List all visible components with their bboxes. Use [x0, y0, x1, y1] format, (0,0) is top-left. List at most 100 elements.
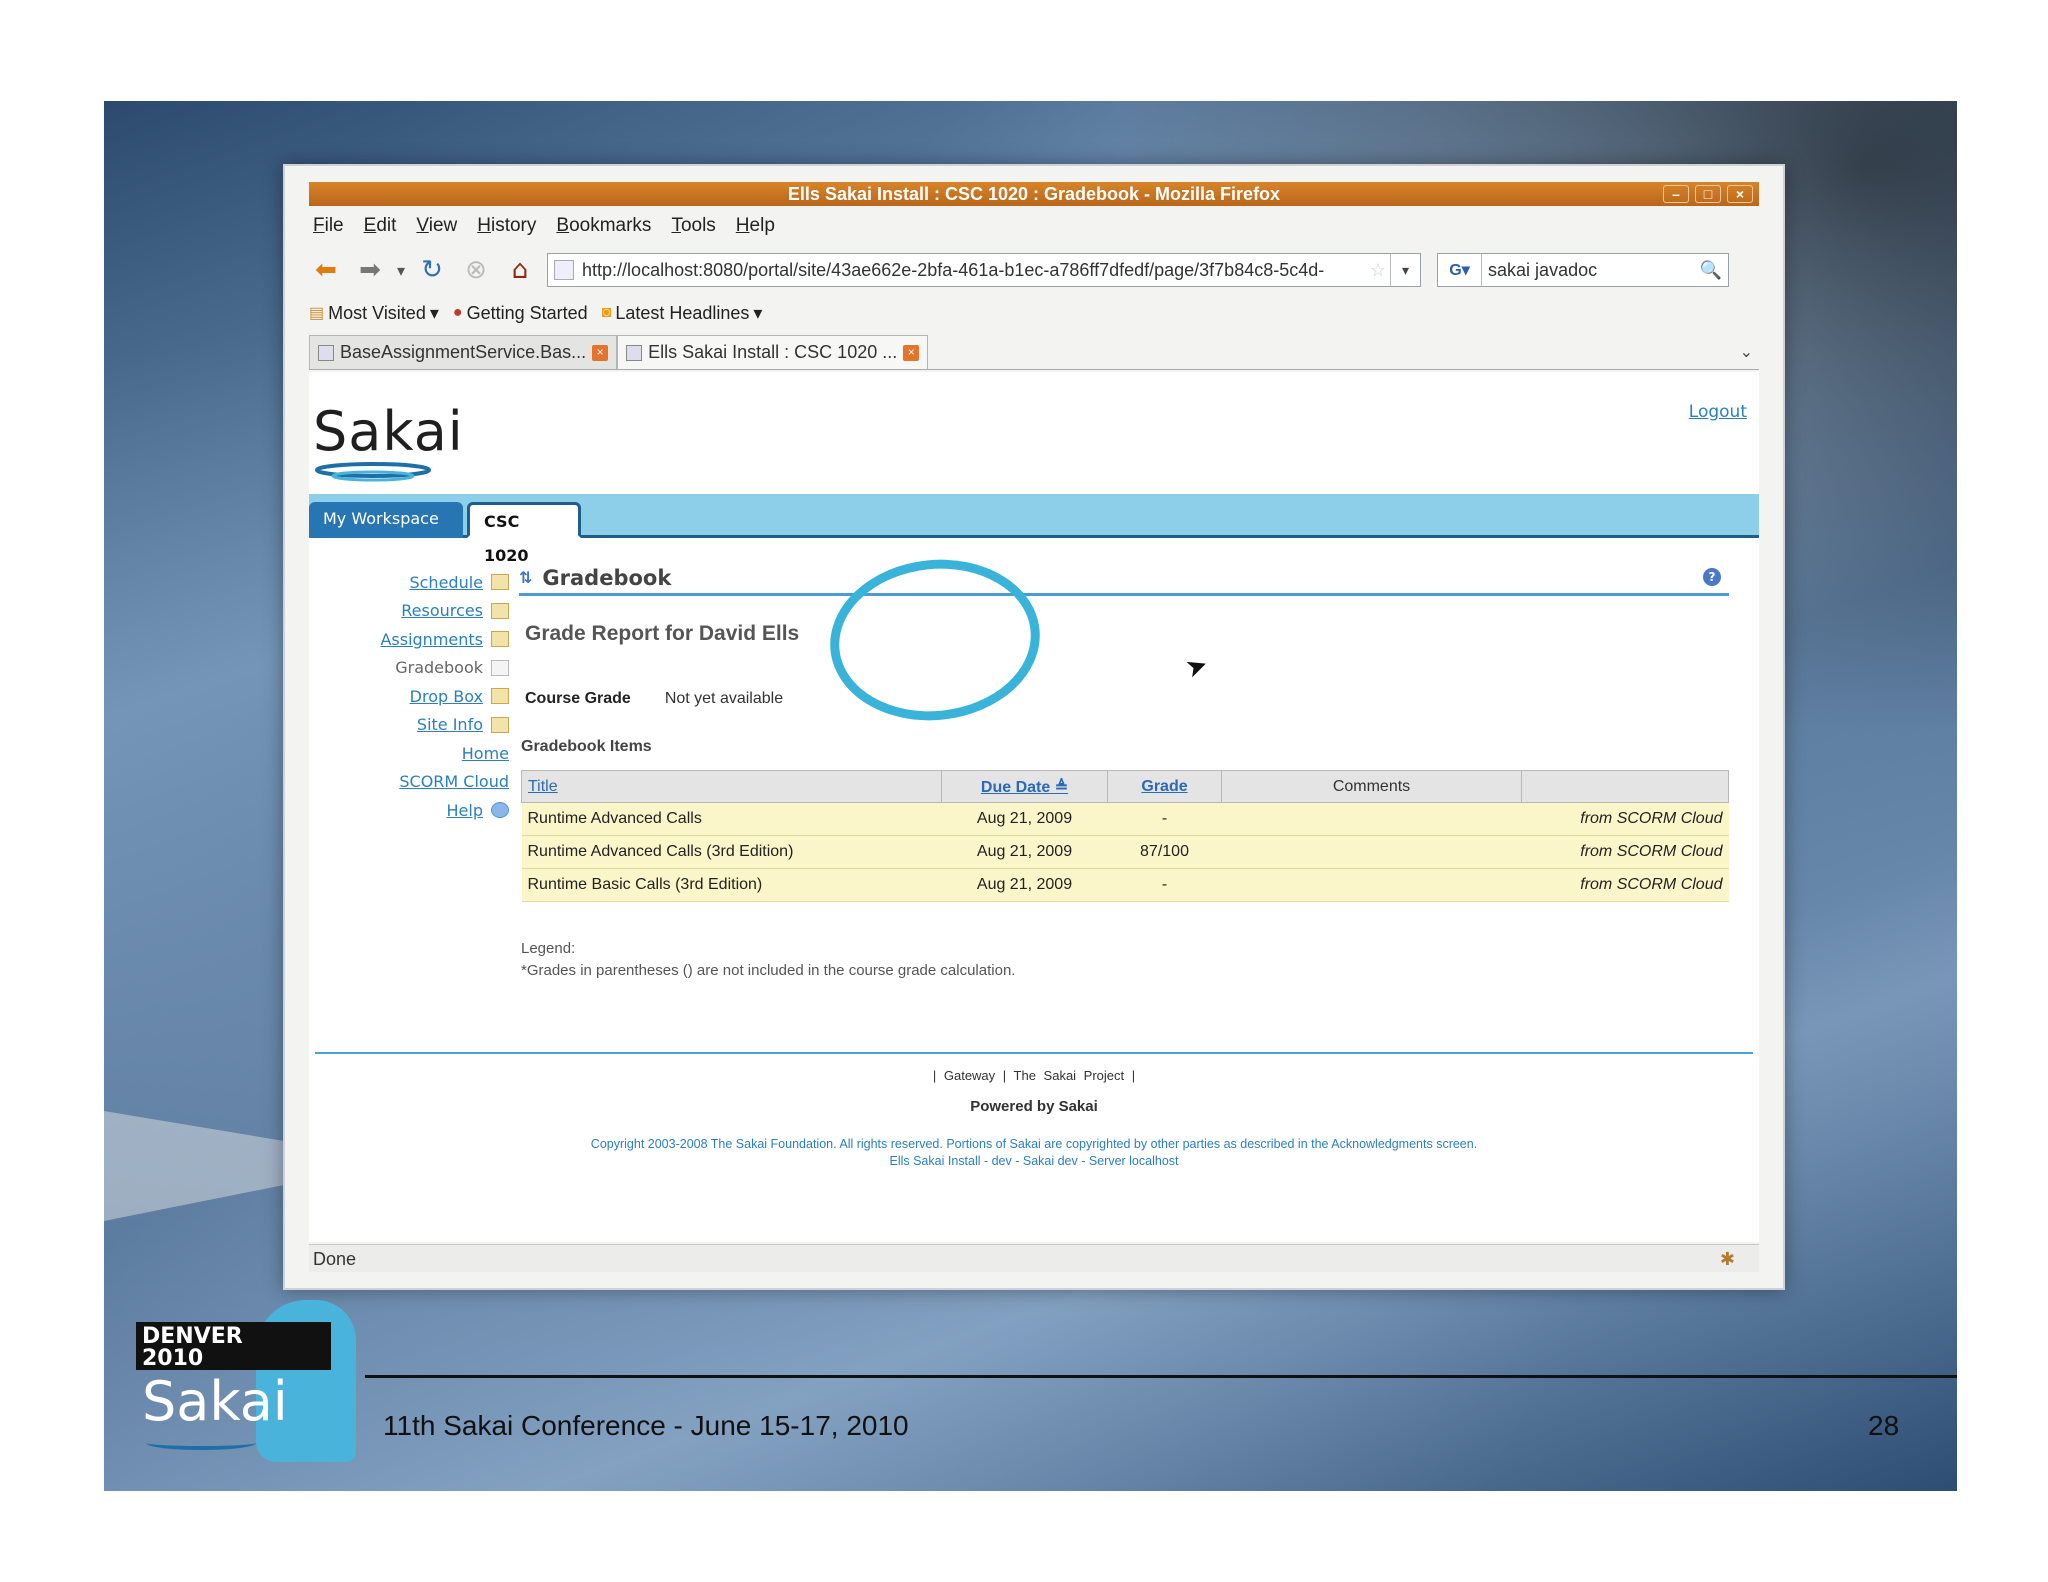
- tool-menu: Schedule Resources Assignments Gradebook…: [329, 568, 509, 825]
- copyright: Copyright 2003-2008 The Sakai Foundation…: [309, 1136, 1759, 1170]
- cell-source: from SCORM Cloud: [1521, 835, 1729, 869]
- table-row: Runtime Advanced Calls Aug 21, 2009 - fr…: [521, 802, 1729, 836]
- conference-brand: Sakai: [142, 1370, 288, 1433]
- legend-text: *Grades in parentheses () are not includ…: [521, 962, 1016, 979]
- menu-history[interactable]: History: [477, 215, 536, 237]
- close-tab-icon[interactable]: ×: [592, 344, 609, 361]
- url-bar[interactable]: http://localhost:8080/portal/site/43ae66…: [547, 253, 1422, 287]
- tool-label: Resources: [401, 601, 483, 621]
- tool-resources[interactable]: Resources: [329, 597, 509, 626]
- tab-csc-1020[interactable]: CSC 1020: [467, 502, 581, 565]
- cell-due-date: Aug 21, 2009: [941, 835, 1108, 869]
- bookmark-label: Getting Started: [466, 302, 588, 323]
- minimize-icon[interactable]: –: [1663, 185, 1689, 203]
- header-label: Comments: [1332, 777, 1411, 795]
- page-icon: [318, 344, 334, 361]
- tool-gradebook: Gradebook: [329, 654, 509, 683]
- reset-icon[interactable]: ⇅: [519, 568, 532, 587]
- header-label: Title: [528, 777, 558, 795]
- bookmark-label: Latest Headlines: [615, 302, 750, 323]
- report-title: Grade Report for David Ells: [525, 622, 800, 645]
- search-bar[interactable]: G▾ sakai javadoc 🔍: [1437, 253, 1730, 287]
- menu-help[interactable]: Help: [736, 215, 775, 237]
- folder-icon: ▤: [309, 305, 325, 322]
- conference-year: 2010: [142, 1346, 204, 1371]
- browser-tab-sakai[interactable]: Ells Sakai Install : CSC 1020 ... ×: [617, 335, 929, 369]
- bookmark-latest-headlines[interactable]: ◙ Latest Headlines ▾: [602, 303, 763, 324]
- legend: Legend: *Grades in parentheses () are no…: [521, 938, 1015, 982]
- cell-source: from SCORM Cloud: [1521, 868, 1729, 902]
- column-header-grade[interactable]: Grade: [1107, 770, 1222, 803]
- tool-home[interactable]: Home: [329, 739, 509, 768]
- column-header-title[interactable]: Title: [521, 770, 942, 803]
- menu-bookmarks[interactable]: Bookmarks: [556, 215, 651, 237]
- tool-drop-box[interactable]: Drop Box: [329, 682, 509, 711]
- bookmark-star-icon[interactable]: ☆: [1365, 260, 1387, 281]
- home-icon[interactable]: ⌂: [503, 253, 537, 287]
- cell-grade: -: [1107, 868, 1222, 902]
- tool-title: Gradebook: [542, 565, 672, 590]
- site-navigation: My Workspace CSC 1020: [309, 494, 1759, 565]
- browser-tab-assignment-service[interactable]: BaseAssignmentService.Bas... ×: [309, 335, 618, 369]
- menu-edit[interactable]: Edit: [364, 215, 397, 237]
- rss-icon: ◙: [601, 304, 612, 321]
- conference-caption: 11th Sakai Conference - June 15-17, 2010: [383, 1410, 909, 1441]
- column-header-due-date[interactable]: Due Date ≜: [941, 770, 1108, 803]
- table-header-row: Title Due Date ≜ Grade Comments: [521, 770, 1729, 803]
- tab-my-workspace[interactable]: My Workspace: [309, 502, 463, 538]
- menu-file[interactable]: File: [313, 215, 344, 237]
- tool-assignments[interactable]: Assignments: [329, 625, 509, 654]
- url-dropdown-icon[interactable]: ▾: [1390, 254, 1421, 286]
- bookmark-most-visited[interactable]: ▤ Most Visited ▾: [309, 303, 439, 324]
- maximize-icon[interactable]: □: [1695, 185, 1721, 203]
- slide-page-number: 28: [1868, 1410, 1900, 1441]
- tool-label: Gradebook: [395, 658, 483, 678]
- bookmark-getting-started[interactable]: ● Getting Started: [453, 303, 588, 324]
- status-bar: Done ✱: [309, 1244, 1759, 1272]
- menu-tools[interactable]: Tools: [671, 215, 715, 237]
- forward-arrow-icon[interactable]: ➡: [353, 253, 387, 287]
- cell-title: Runtime Advanced Calls: [521, 802, 942, 836]
- tab-label: BaseAssignmentService.Bas...: [340, 342, 587, 362]
- tool-site-info[interactable]: Site Info: [329, 711, 509, 740]
- cell-title: Runtime Advanced Calls (3rd Edition): [521, 835, 942, 869]
- search-input[interactable]: sakai javadoc: [1482, 260, 1597, 281]
- course-grade-label: Course Grade: [525, 690, 631, 707]
- cell-grade: 87/100: [1107, 835, 1222, 869]
- cell-source: from SCORM Cloud: [1521, 802, 1729, 836]
- cell-comments: [1221, 802, 1522, 836]
- column-header-source: [1521, 770, 1729, 803]
- tool-scorm-cloud[interactable]: SCORM Cloud: [329, 768, 509, 797]
- tool-schedule[interactable]: Schedule: [329, 568, 509, 597]
- back-arrow-icon[interactable]: ⬅: [309, 253, 343, 287]
- window-title: Ells Sakai Install : CSC 1020 : Gradeboo…: [787, 184, 1281, 204]
- close-tab-icon[interactable]: ×: [903, 344, 920, 361]
- table-row: Runtime Advanced Calls (3rd Edition) Aug…: [521, 835, 1729, 869]
- search-engine-icon[interactable]: G▾: [1438, 254, 1483, 286]
- addon-status-icon[interactable]: ✱: [1720, 1245, 1735, 1273]
- tool-help[interactable]: Help: [329, 796, 509, 825]
- help-icon: [491, 802, 509, 819]
- column-header-comments: Comments: [1221, 770, 1522, 803]
- gradebook-items-heading: Gradebook Items: [521, 738, 652, 755]
- page-favicon-icon: [554, 260, 575, 280]
- sort-ascending-icon: ≜: [1054, 778, 1069, 796]
- status-text: Done: [313, 1249, 357, 1269]
- history-dropdown-icon[interactable]: ▾: [397, 261, 405, 280]
- reload-icon[interactable]: ↻: [415, 253, 449, 287]
- tab-list-chevron-icon[interactable]: ⌄: [1740, 342, 1753, 362]
- chevron-down-icon: ▾: [753, 302, 763, 323]
- url-text[interactable]: http://localhost:8080/portal/site/43ae66…: [582, 260, 1324, 281]
- search-icon[interactable]: 🔍: [1700, 260, 1722, 281]
- footer-links[interactable]: | Gateway | The Sakai Project |: [309, 1068, 1759, 1083]
- logout-link[interactable]: Logout: [1689, 402, 1747, 422]
- menu-view[interactable]: View: [416, 215, 457, 237]
- help-icon[interactable]: ?: [1703, 568, 1721, 586]
- slide-footer-rule: [365, 1375, 1957, 1378]
- header-label: Grade: [1141, 777, 1188, 795]
- cell-comments: [1221, 835, 1522, 869]
- close-icon[interactable]: ×: [1727, 185, 1753, 203]
- header-label: Due Date: [980, 778, 1051, 796]
- gradebook-table: Title Due Date ≜ Grade Comments Runtime …: [521, 770, 1729, 902]
- stop-icon[interactable]: ⊗: [459, 253, 493, 287]
